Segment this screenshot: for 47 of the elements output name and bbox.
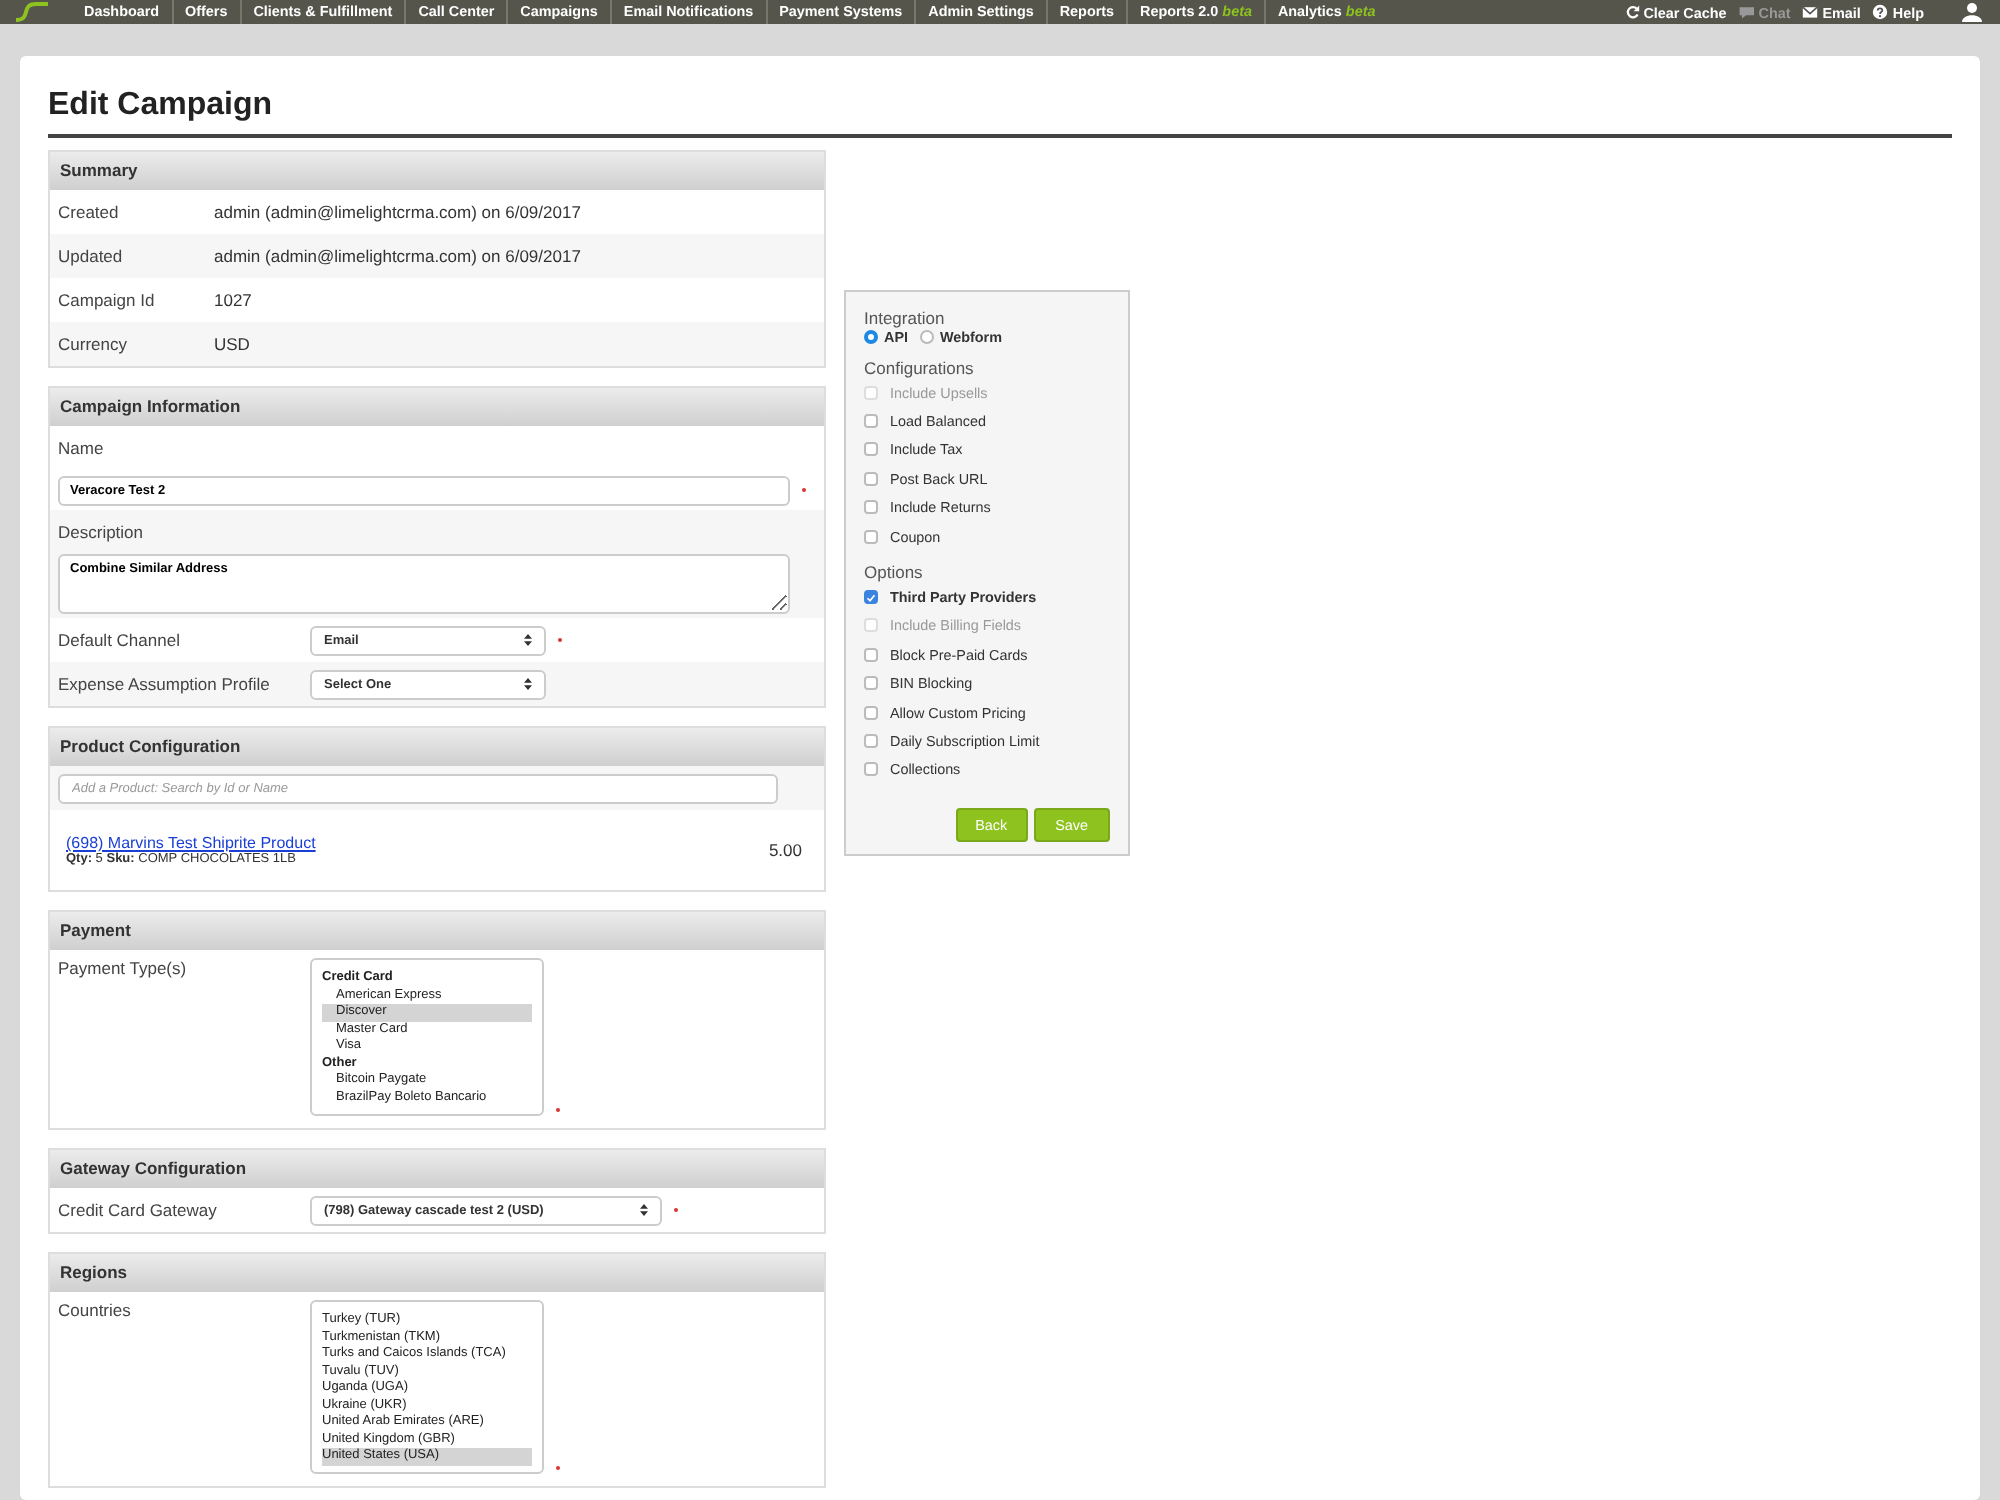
user-icon[interactable] bbox=[1960, 2, 1984, 22]
section-header: Campaign Information bbox=[50, 388, 824, 426]
panel-heading: Options bbox=[864, 562, 925, 583]
section-header: Gateway Configuration bbox=[50, 1150, 824, 1188]
field-label: Updated bbox=[58, 246, 125, 266]
checkbox[interactable] bbox=[864, 705, 878, 720]
checkbox[interactable] bbox=[864, 733, 878, 748]
checkbox[interactable] bbox=[864, 762, 878, 777]
field-label: Description bbox=[58, 522, 146, 542]
chat-icon bbox=[1738, 4, 1755, 20]
field-value: USD bbox=[214, 334, 250, 354]
updown-arrow-icon bbox=[640, 1204, 648, 1216]
checkbox[interactable] bbox=[864, 529, 878, 544]
field-label: Created bbox=[58, 202, 121, 222]
panel-heading: Integration bbox=[864, 308, 947, 328]
panel-heading: Configurations bbox=[864, 358, 976, 378]
section-header: Payment bbox=[50, 912, 824, 950]
field-label: Currency bbox=[58, 334, 129, 354]
checkbox[interactable] bbox=[864, 647, 878, 662]
checkbox[interactable] bbox=[864, 500, 878, 515]
radio-button[interactable] bbox=[864, 330, 878, 344]
field-label: Default Channel bbox=[58, 630, 182, 650]
checkbox[interactable] bbox=[864, 676, 878, 691]
updown-arrow-icon bbox=[524, 678, 532, 690]
field-label: Countries bbox=[58, 1300, 133, 1320]
product-price: 5.00 bbox=[768, 840, 802, 860]
field-label: Payment Type(s) bbox=[58, 958, 189, 978]
radio-button[interactable] bbox=[919, 330, 934, 344]
checkbox[interactable] bbox=[864, 442, 878, 457]
logo-icon bbox=[12, 2, 52, 22]
section-header: Summary bbox=[50, 152, 824, 190]
field-label: Campaign Id bbox=[58, 290, 157, 310]
refresh-icon bbox=[1623, 4, 1640, 20]
field-value: 1027 bbox=[214, 290, 252, 310]
product-link[interactable]: (698) Marvins Test Shiprite Product bbox=[66, 834, 316, 852]
field-label: Credit Card Gateway bbox=[58, 1200, 219, 1220]
field-label: Expense Assumption Profile bbox=[58, 674, 272, 694]
section-header: Regions bbox=[50, 1254, 824, 1292]
checkbox[interactable] bbox=[864, 590, 878, 605]
updown-arrow-icon bbox=[524, 634, 532, 646]
checkbox[interactable] bbox=[864, 471, 878, 486]
field-label: Name bbox=[58, 438, 106, 458]
section-header: Product Configuration bbox=[50, 728, 824, 766]
page-title: Edit Campaign bbox=[48, 56, 1952, 138]
field-value: admin (admin@limelightcrma.com) on 6/09/2017 bbox=[214, 202, 581, 222]
field-value: admin (admin@limelightcrma.com) on 6/09/2017 bbox=[214, 246, 581, 266]
checkbox[interactable] bbox=[864, 414, 878, 429]
